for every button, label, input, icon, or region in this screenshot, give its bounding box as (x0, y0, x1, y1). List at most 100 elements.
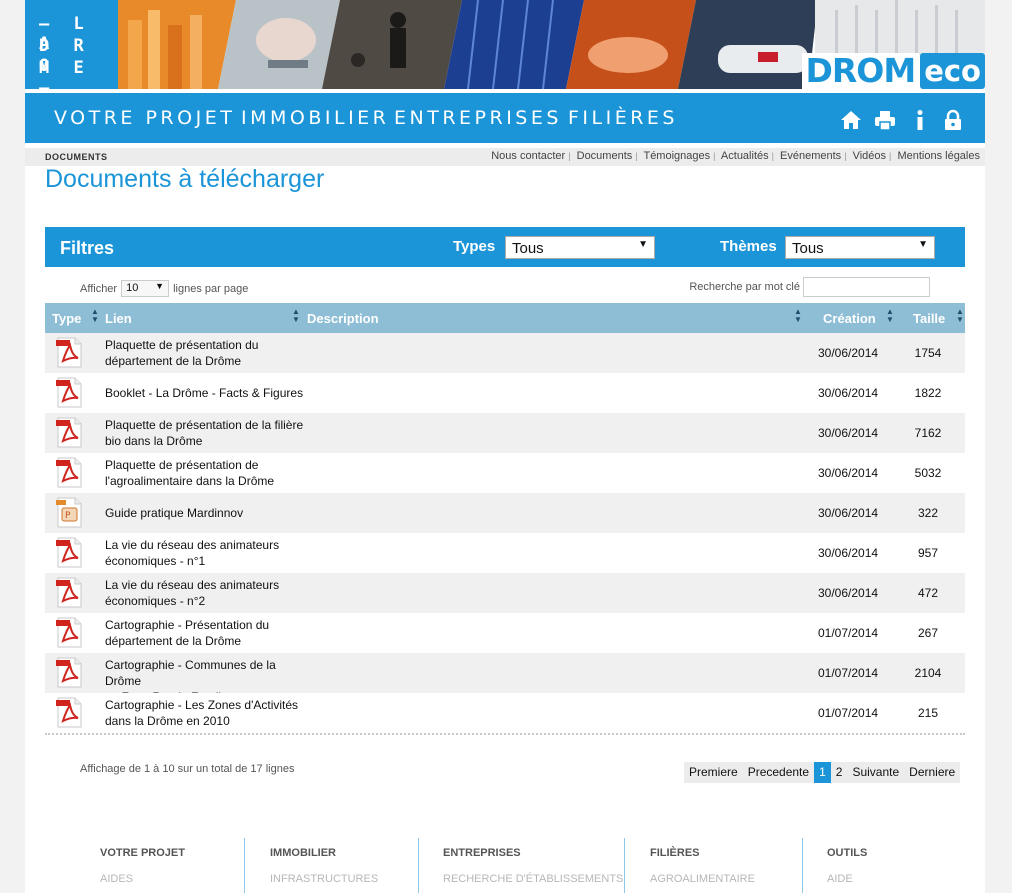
home-icon[interactable] (840, 109, 862, 131)
pager-page-2[interactable]: 2 (831, 762, 848, 783)
sort-icon[interactable]: ▲ ▼ (292, 308, 300, 324)
document-link[interactable]: La vie du réseau des animateurs économiqu… (105, 577, 305, 609)
col-header-type[interactable]: Type (52, 311, 81, 326)
pdf-file-icon (56, 337, 82, 368)
document-link-line: bio dans la Drôme (105, 434, 203, 448)
dromeco-logo-eco: eco (920, 53, 985, 89)
col-header-creation[interactable]: Création (823, 311, 876, 326)
col-header-lien[interactable]: Lien (105, 311, 132, 326)
link-nous-contacter[interactable]: Nous contacter (491, 150, 565, 162)
types-label: Types (453, 238, 496, 255)
document-link[interactable]: Plaquette de présentation de l'agroalimen… (105, 457, 305, 489)
nav-item-filieres[interactable]: FILIÈRES (568, 107, 678, 129)
col-header-taille[interactable]: Taille (913, 311, 945, 326)
table-row: Booklet - La Drôme - Facts & Figures 30/0… (45, 373, 965, 413)
show-prefix: Afficher (80, 282, 118, 295)
link-actualites[interactable]: Actualités (721, 150, 769, 162)
pager-last[interactable]: Derniere (904, 762, 960, 783)
file-size: 267 (917, 626, 939, 640)
link-videos[interactable]: Vidéos (853, 150, 886, 162)
top-links: Nous contacter | Documents | Témoignages | … (491, 150, 980, 162)
table-row: Cartographie - Communes de la Drômeen Zo… (45, 653, 965, 704)
document-link-line: Plaquette de présentation du (105, 338, 259, 352)
creation-date: 01/07/2014 (818, 626, 879, 640)
sort-icon[interactable]: ▲ ▼ (91, 308, 99, 324)
table-divider (45, 733, 965, 735)
pager-prev[interactable]: Precedente (743, 762, 814, 783)
sort-icon[interactable]: ▲ ▼ (886, 308, 894, 324)
pdf-file-icon (56, 537, 82, 568)
la-drome-logo[interactable]: – L A D R O M E – (25, 0, 118, 98)
pdf-file-icon (56, 617, 82, 648)
header-building-photo (815, 0, 985, 55)
pager-page-1[interactable]: 1 (814, 762, 831, 783)
document-link[interactable]: Booklet - La Drôme - Facts & Figures (105, 385, 305, 401)
print-icon[interactable] (874, 109, 896, 131)
document-link-line: Booklet - La Drôme - Facts & Figures (105, 386, 304, 400)
document-link-line: La vie du réseau des animateurs (105, 538, 280, 552)
nav-item-votre-projet[interactable]: VOTRE PROJET (54, 107, 235, 129)
footer-heading[interactable]: VOTRE PROJET (100, 847, 185, 859)
chevron-down-icon: ▼ (638, 239, 648, 250)
page: – L A D R O M E – DROM eco VOTRE PROJET … (25, 0, 985, 893)
footer-link[interactable]: INFRASTRUCTURES (270, 873, 378, 885)
document-link[interactable]: Cartographie - Les Zones d'Activités dans… (105, 697, 305, 729)
page-length-select[interactable]: 10 ▼ (121, 280, 170, 297)
nav-item-entreprises[interactable]: ENTREPRISES (394, 107, 562, 129)
svg-text:P: P (65, 511, 71, 521)
document-link[interactable]: Plaquette de présentation du département … (105, 337, 305, 369)
footer-heading[interactable]: FILIÈRES (650, 847, 700, 859)
info-icon[interactable] (909, 109, 931, 131)
file-size: 7162 (914, 426, 942, 440)
footer-link[interactable]: AGROALIMENTAIRE (650, 873, 755, 885)
pager-first[interactable]: Premiere (684, 762, 743, 783)
creation-date: 30/06/2014 (818, 386, 879, 400)
footer-link[interactable]: AIDE (827, 873, 853, 885)
themes-select[interactable]: Tous ▼ (785, 236, 935, 259)
document-link[interactable]: Plaquette de présentation de la filière b… (105, 417, 305, 449)
file-size: 322 (917, 506, 939, 520)
file-size: 957 (917, 546, 939, 560)
pdf-file-icon (56, 457, 82, 488)
types-select[interactable]: Tous ▼ (505, 236, 655, 259)
link-temoignages[interactable]: Témoignages (643, 150, 710, 162)
types-select-value: Tous (512, 240, 544, 257)
table-row: Plaquette de présentation de la filière b… (45, 413, 965, 453)
pager-next[interactable]: Suivante (847, 762, 904, 783)
lock-icon[interactable] (942, 109, 964, 131)
footer-heading[interactable]: IMMOBILIER (270, 847, 336, 859)
sort-icon[interactable]: ▲ ▼ (794, 308, 802, 324)
document-link-line: Plaquette de présentation de la filière (105, 418, 304, 432)
file-size: 1822 (914, 386, 942, 400)
footer-divider (418, 838, 419, 893)
main-nav: VOTRE PROJET IMMOBILIER ENTREPRISES FILI… (25, 93, 985, 143)
footer-heading[interactable]: OUTILS (827, 847, 867, 859)
col-header-description[interactable]: Description (307, 311, 379, 326)
document-link[interactable]: Cartographie - Présentation du départemen… (105, 617, 305, 649)
document-link-line: économiques - n°2 (105, 594, 206, 608)
link-evenements[interactable]: Evénements (780, 150, 841, 162)
document-link[interactable]: La vie du réseau des animateurs économiqu… (105, 537, 305, 569)
link-mentions-legales[interactable]: Mentions légales (897, 150, 980, 162)
link-documents[interactable]: Documents (577, 150, 633, 162)
footer-heading[interactable]: ENTREPRISES (443, 847, 521, 859)
footer-link[interactable]: RECHERCHE D'ÉTABLISSEMENTS (443, 873, 623, 885)
footer-link[interactable]: AIDES (100, 873, 133, 885)
pdf-file-icon (56, 697, 82, 728)
file-size: 215 (917, 706, 939, 720)
document-link-line: département de la Drôme (105, 634, 242, 648)
file-size: 2104 (914, 666, 942, 680)
document-link-line: l'agroalimentaire dans la Drôme (105, 474, 275, 488)
pdf-file-icon (56, 417, 82, 448)
document-link-line: dans la Drôme en 2010 (105, 714, 230, 728)
logo-line-3: M E – (39, 58, 91, 98)
document-link-line: La vie du réseau des animateurs (105, 578, 280, 592)
dromeco-logo[interactable]: DROM eco (801, 53, 985, 89)
document-link-line: Cartographie - Présentation du (105, 618, 270, 632)
document-link[interactable]: Guide pratique Mardinnov (105, 505, 305, 521)
sort-icon[interactable]: ▲ ▼ (956, 308, 964, 324)
filters-bar: Filtres Types Tous ▼ Thèmes Tous ▼ (45, 227, 965, 267)
search-input[interactable] (803, 277, 930, 297)
dromeco-logo-text: DROM (801, 53, 920, 89)
nav-item-immobilier[interactable]: IMMOBILIER (241, 107, 389, 129)
